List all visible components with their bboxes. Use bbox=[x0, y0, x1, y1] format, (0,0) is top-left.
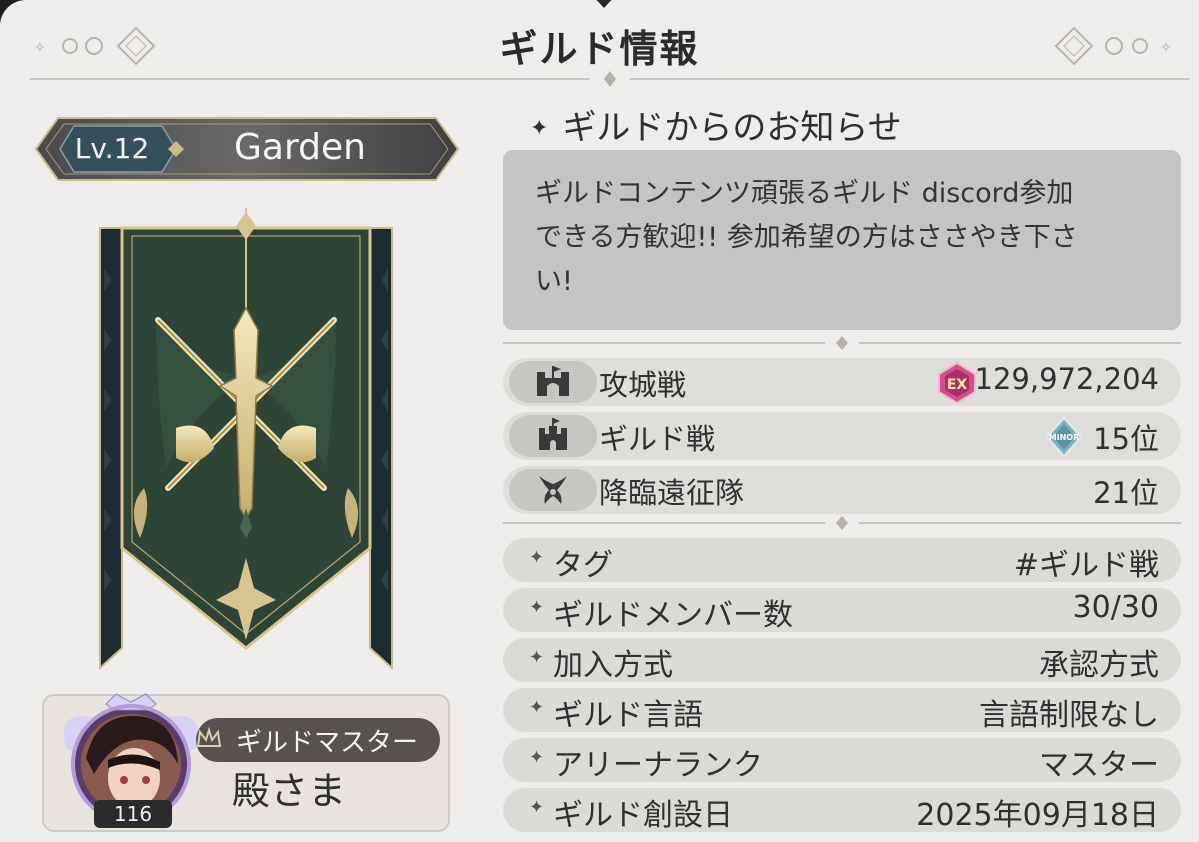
title-divider bbox=[30, 71, 1190, 87]
svg-text:✧: ✧ bbox=[1160, 40, 1172, 56]
minor-badge-text: MINOR bbox=[1049, 433, 1080, 442]
stat-icon-box bbox=[509, 361, 597, 403]
info-label: ギルドメンバー数 bbox=[553, 598, 793, 633]
info-row-tag: ✦ タグ #ギルド戦 bbox=[503, 538, 1181, 583]
sparkle-icon: ✦ bbox=[529, 797, 545, 818]
notice-line: ギルドコンテンツ頑張るギルド discord参加 bbox=[535, 178, 1074, 209]
guild-info-panel: ✧ ギルド情報 ✧ Lv.12 Garden 116 ギルドマスター 殿さま ✦… bbox=[0, 0, 1199, 842]
stat-icon-box bbox=[509, 469, 597, 511]
stat-label: ギルド戦 bbox=[599, 422, 716, 456]
guild-name: Garden bbox=[234, 127, 366, 168]
info-value: 言語制限なし bbox=[979, 698, 1159, 733]
sparkle-icon: ✦ bbox=[529, 647, 545, 668]
notice-line: できる方歓迎!! 参加希望の方はささやき下さ bbox=[535, 222, 1078, 253]
section-divider bbox=[503, 516, 1181, 530]
sparkle-icon: ✦ bbox=[530, 116, 549, 141]
section-divider bbox=[503, 336, 1181, 350]
notice-line: い! bbox=[535, 266, 573, 297]
stat-row-guild-war[interactable]: ギルド戦 MINOR 15位 bbox=[503, 412, 1181, 460]
ex-rank-badge-icon: EX bbox=[938, 362, 976, 404]
info-row-join-method: ✦ 加入方式 承認方式 bbox=[503, 638, 1181, 683]
sparkle-icon: ✦ bbox=[529, 597, 545, 618]
stat-label: 降臨遠征隊 bbox=[599, 476, 745, 510]
info-label: 加入方式 bbox=[553, 648, 673, 683]
stat-row-siege[interactable]: 攻城戦 EX 129,972,204 bbox=[503, 358, 1181, 406]
sparkle-icon: ✦ bbox=[529, 697, 545, 718]
page-title: ギルド情報 bbox=[499, 27, 700, 71]
master-name: 殿さま bbox=[231, 769, 346, 813]
notice-box: ギルドコンテンツ頑張るギルド discord参加 できる方歓迎!! 参加希望の方… bbox=[503, 150, 1181, 330]
sparkle-icon: ✦ bbox=[529, 547, 545, 568]
sparkle-icon: ✦ bbox=[529, 747, 545, 768]
info-label: ギルド言語 bbox=[553, 698, 703, 733]
guild-level: Lv.12 bbox=[74, 132, 150, 165]
info-value: #ギルド戦 bbox=[1013, 548, 1159, 583]
master-level-badge: 116 bbox=[94, 800, 172, 828]
info-label: ギルド創設日 bbox=[553, 798, 733, 833]
stat-icon-box bbox=[509, 415, 597, 457]
minor-rank-badge-icon: MINOR bbox=[1045, 416, 1083, 458]
master-label: ギルドマスター bbox=[235, 728, 418, 758]
siege-castle-icon bbox=[537, 366, 569, 396]
info-row-language: ✦ ギルド言語 言語制限なし bbox=[503, 688, 1181, 733]
info-row-members: ✦ ギルドメンバー数 30/30 bbox=[503, 588, 1181, 633]
top-notch-ornament bbox=[596, 0, 612, 8]
guild-war-castle-icon bbox=[539, 418, 567, 450]
guild-banner-emblem bbox=[99, 208, 393, 671]
header-right-ornament-icon: ✧ bbox=[1054, 26, 1172, 66]
info-value: 30/30 bbox=[1072, 590, 1159, 625]
info-label: タグ bbox=[553, 548, 613, 583]
stat-row-descent-expedition[interactable]: 降臨遠征隊 21位 bbox=[503, 466, 1181, 514]
info-value: 2025年09月18日 bbox=[916, 798, 1159, 833]
info-row-arena-rank: ✦ アリーナランク マスター bbox=[503, 738, 1181, 783]
stat-value: 129,972,204 bbox=[974, 362, 1160, 396]
stat-value: 21位 bbox=[1093, 476, 1159, 510]
info-value: マスター bbox=[1039, 748, 1159, 783]
notice-heading-text: ギルドからのお知らせ bbox=[562, 108, 902, 148]
stat-value: 15位 bbox=[1093, 422, 1159, 456]
notice-heading: ✦ ギルドからのお知らせ bbox=[530, 100, 902, 149]
info-label: アリーナランク bbox=[553, 748, 763, 783]
ex-badge-text: EX bbox=[947, 377, 968, 393]
info-row-founded-date: ✦ ギルド創設日 2025年09月18日 bbox=[503, 788, 1181, 833]
info-value: 承認方式 bbox=[1039, 648, 1159, 683]
crown-icon bbox=[196, 726, 222, 747]
stat-label: 攻城戦 bbox=[599, 368, 687, 402]
descent-expedition-icon bbox=[539, 476, 567, 504]
